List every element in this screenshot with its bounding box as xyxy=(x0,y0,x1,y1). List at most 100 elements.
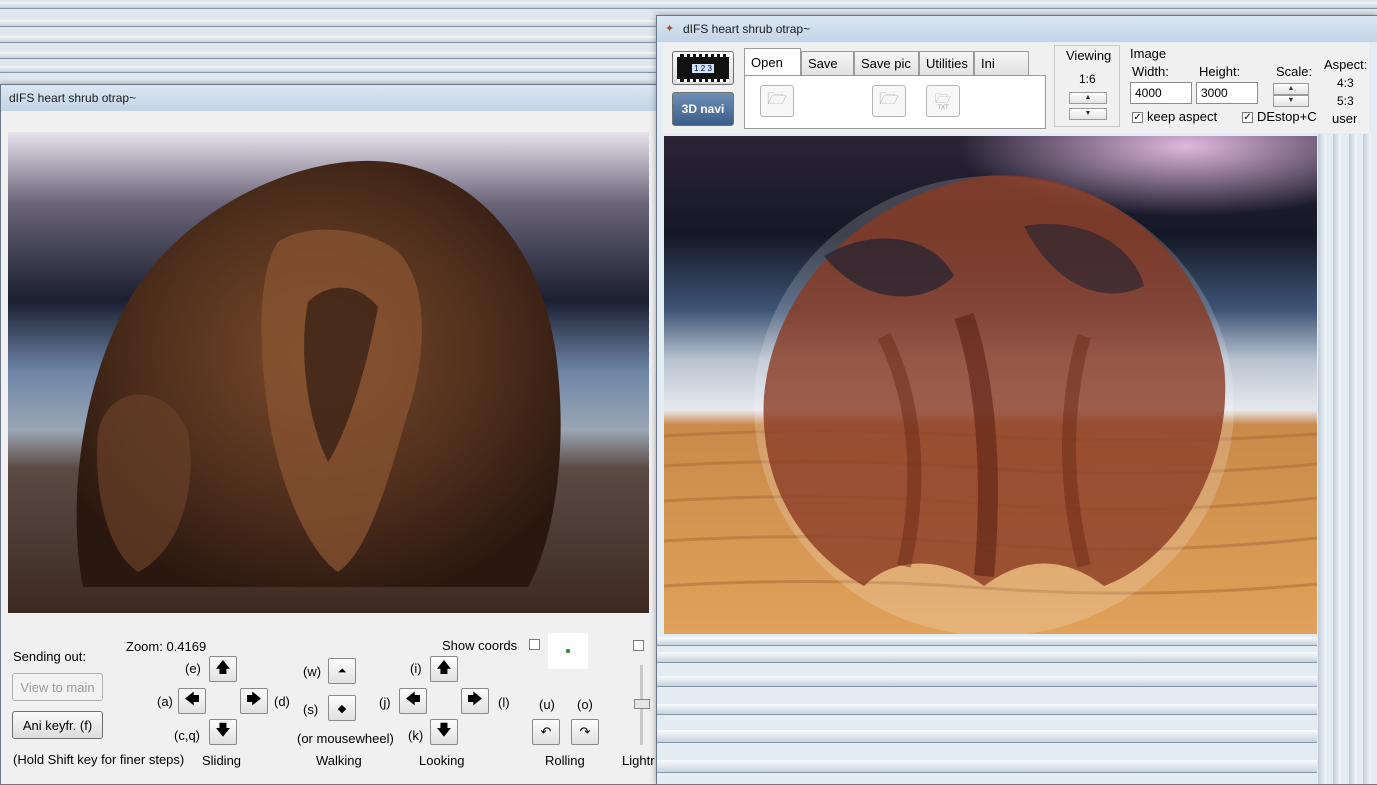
open-text-button[interactable]: 🗁 TXT xyxy=(926,85,960,117)
width-label: Width: xyxy=(1132,64,1169,79)
main-render-window: ✦ dIFS heart shrub otrap~ 1 2 3 3D navi … xyxy=(656,15,1377,785)
show-coords-label: Show coords xyxy=(442,638,518,653)
look-left-button[interactable]: 🡄 xyxy=(399,688,427,714)
height-input[interactable]: 3000 xyxy=(1196,82,1258,104)
key-a-label: (a) xyxy=(157,694,173,709)
spin-down-icon: ▼ xyxy=(1287,97,1295,104)
sliding-group-label: Sliding xyxy=(202,753,242,768)
background-window-edge xyxy=(0,36,660,43)
arrow-right-icon: 🡆 xyxy=(467,690,483,708)
slide-right-button[interactable]: 🡆 xyxy=(240,688,268,714)
viewing-label: Viewing xyxy=(1066,48,1112,63)
aspect-option-4-3[interactable]: 4:3 xyxy=(1337,76,1354,90)
key-cq-label: (c,q) xyxy=(174,728,200,743)
ani-keyframe-button[interactable]: Ani keyfr. (f) xyxy=(12,711,103,739)
background-window-edge xyxy=(0,20,660,27)
shift-hint-label: (Hold Shift key for finer steps) xyxy=(13,752,185,767)
rotate-right-icon: ↷ xyxy=(579,724,591,739)
roll-right-button[interactable]: ↷ xyxy=(571,719,599,745)
viewing-up-button[interactable]: ▲ xyxy=(1069,92,1107,104)
aspect-option-5-3[interactable]: 5:3 xyxy=(1337,94,1354,108)
key-o-label: (o) xyxy=(577,697,593,712)
viewing-group: Viewing 1:6 ▲ ▼ xyxy=(1054,45,1120,127)
view-to-main-button[interactable]: View to main xyxy=(12,673,103,701)
keep-aspect-checkbox[interactable]: ✓ xyxy=(1132,112,1143,123)
sending-out-label: Sending out: xyxy=(13,649,87,664)
tab-save[interactable]: Save xyxy=(801,51,854,75)
walk-both-icon: ◆ xyxy=(337,702,347,715)
tab-ini[interactable]: Ini xyxy=(974,51,1029,75)
look-right-button[interactable]: 🡆 xyxy=(461,688,489,714)
key-s-label: (s) xyxy=(303,702,319,717)
background-panel-edge xyxy=(657,676,1317,687)
light-slider-thumb[interactable] xyxy=(634,699,650,709)
light-group-label: Lightr xyxy=(622,753,655,768)
coords-dot xyxy=(566,649,570,653)
checkmark-icon: ✓ xyxy=(1243,112,1252,123)
file-tabs: Open Save Save pic Utilities Ini 🗁 🗁 🗁 T… xyxy=(744,48,1048,129)
rolling-group-label: Rolling xyxy=(545,753,585,768)
arrow-down-icon: 🡇 xyxy=(215,721,231,739)
destop-label: DEstop+C xyxy=(1257,109,1317,124)
background-window-edge xyxy=(0,2,1377,9)
tab-open[interactable]: Open xyxy=(744,48,801,75)
light-checkbox[interactable] xyxy=(633,640,644,651)
mousewheel-label: (or mousewheel) xyxy=(297,731,394,746)
scale-up-button[interactable]: ▲ xyxy=(1273,83,1309,95)
open-image-button[interactable]: 🗁 xyxy=(872,85,906,117)
slide-left-button[interactable]: 🡄 xyxy=(178,688,206,714)
scale-down-button[interactable]: ▼ xyxy=(1273,95,1309,107)
tab-open-panel: 🗁 🗁 🗁 TXT xyxy=(744,75,1046,129)
arrow-left-icon: 🡄 xyxy=(405,690,421,708)
background-panel-edge xyxy=(657,704,1317,715)
key-u-label: (u) xyxy=(539,697,555,712)
left-title-bar[interactable]: dIFS heart shrub otrap~ xyxy=(1,85,661,111)
image-group: Image Width: Height: Scale: Aspect: 4000… xyxy=(1126,45,1369,127)
main-window-title: dIFS heart shrub otrap~ xyxy=(683,22,811,36)
key-j-label: (j) xyxy=(379,695,391,710)
slide-up-button[interactable]: 🡅 xyxy=(209,656,237,682)
scale-label: Scale: xyxy=(1276,64,1313,79)
arrow-left-icon: 🡄 xyxy=(184,690,200,708)
show-coords-checkbox[interactable] xyxy=(529,639,540,650)
main-render-viewport[interactable] xyxy=(664,136,1317,634)
left-render-viewport[interactable] xyxy=(8,132,649,613)
aspect-option-user[interactable]: user xyxy=(1332,111,1357,126)
zoom-label: Zoom: 0.4169 xyxy=(126,639,207,654)
background-window-edge xyxy=(1333,134,1341,784)
arrow-down-icon: 🡇 xyxy=(436,721,452,739)
walk-backward-button[interactable]: ◆ xyxy=(328,695,356,721)
image-label: Image xyxy=(1130,46,1167,61)
roll-left-button[interactable]: ↶ xyxy=(532,719,560,745)
tab-utilities[interactable]: Utilities xyxy=(919,51,974,75)
rotate-left-icon: ↶ xyxy=(540,724,552,739)
height-label: Height: xyxy=(1199,64,1241,79)
looking-group-label: Looking xyxy=(419,753,465,768)
key-l-label: (l) xyxy=(498,695,510,710)
tab-save-pic[interactable]: Save pic xyxy=(854,51,919,75)
3d-navi-button[interactable]: 3D navi xyxy=(672,92,734,126)
folder-image-icon: 🗁 xyxy=(879,90,899,108)
open-parameters-button[interactable]: 🗁 xyxy=(760,85,794,117)
look-up-button[interactable]: 🡅 xyxy=(430,656,458,682)
keep-aspect-label: keep aspect xyxy=(1147,109,1218,124)
checkmark-icon: ✓ xyxy=(1133,112,1142,123)
background-window-edge xyxy=(0,52,660,59)
look-down-button[interactable]: 🡇 xyxy=(430,719,458,745)
destop-checkbox[interactable]: ✓ xyxy=(1242,112,1253,123)
key-e-label: (e) xyxy=(185,661,201,676)
slide-down-button[interactable]: 🡇 xyxy=(209,719,237,745)
walk-forward-button[interactable]: ⏶ xyxy=(328,658,356,684)
arrow-right-icon: 🡆 xyxy=(246,690,262,708)
width-input[interactable]: 4000 xyxy=(1130,82,1192,104)
folder-open-icon: 🗁 xyxy=(767,90,787,108)
key-i-label: (i) xyxy=(410,661,422,676)
main-title-bar[interactable]: ✦ dIFS heart shrub otrap~ xyxy=(657,16,1377,42)
viewing-value: 1:6 xyxy=(1079,72,1096,86)
key-w-label: (w) xyxy=(303,664,322,679)
animation-button[interactable]: 1 2 3 xyxy=(672,51,734,85)
background-window-edge xyxy=(1349,134,1357,784)
viewing-down-button[interactable]: ▼ xyxy=(1069,108,1107,120)
background-panel-edge xyxy=(657,730,1317,743)
walking-group-label: Walking xyxy=(316,753,362,768)
